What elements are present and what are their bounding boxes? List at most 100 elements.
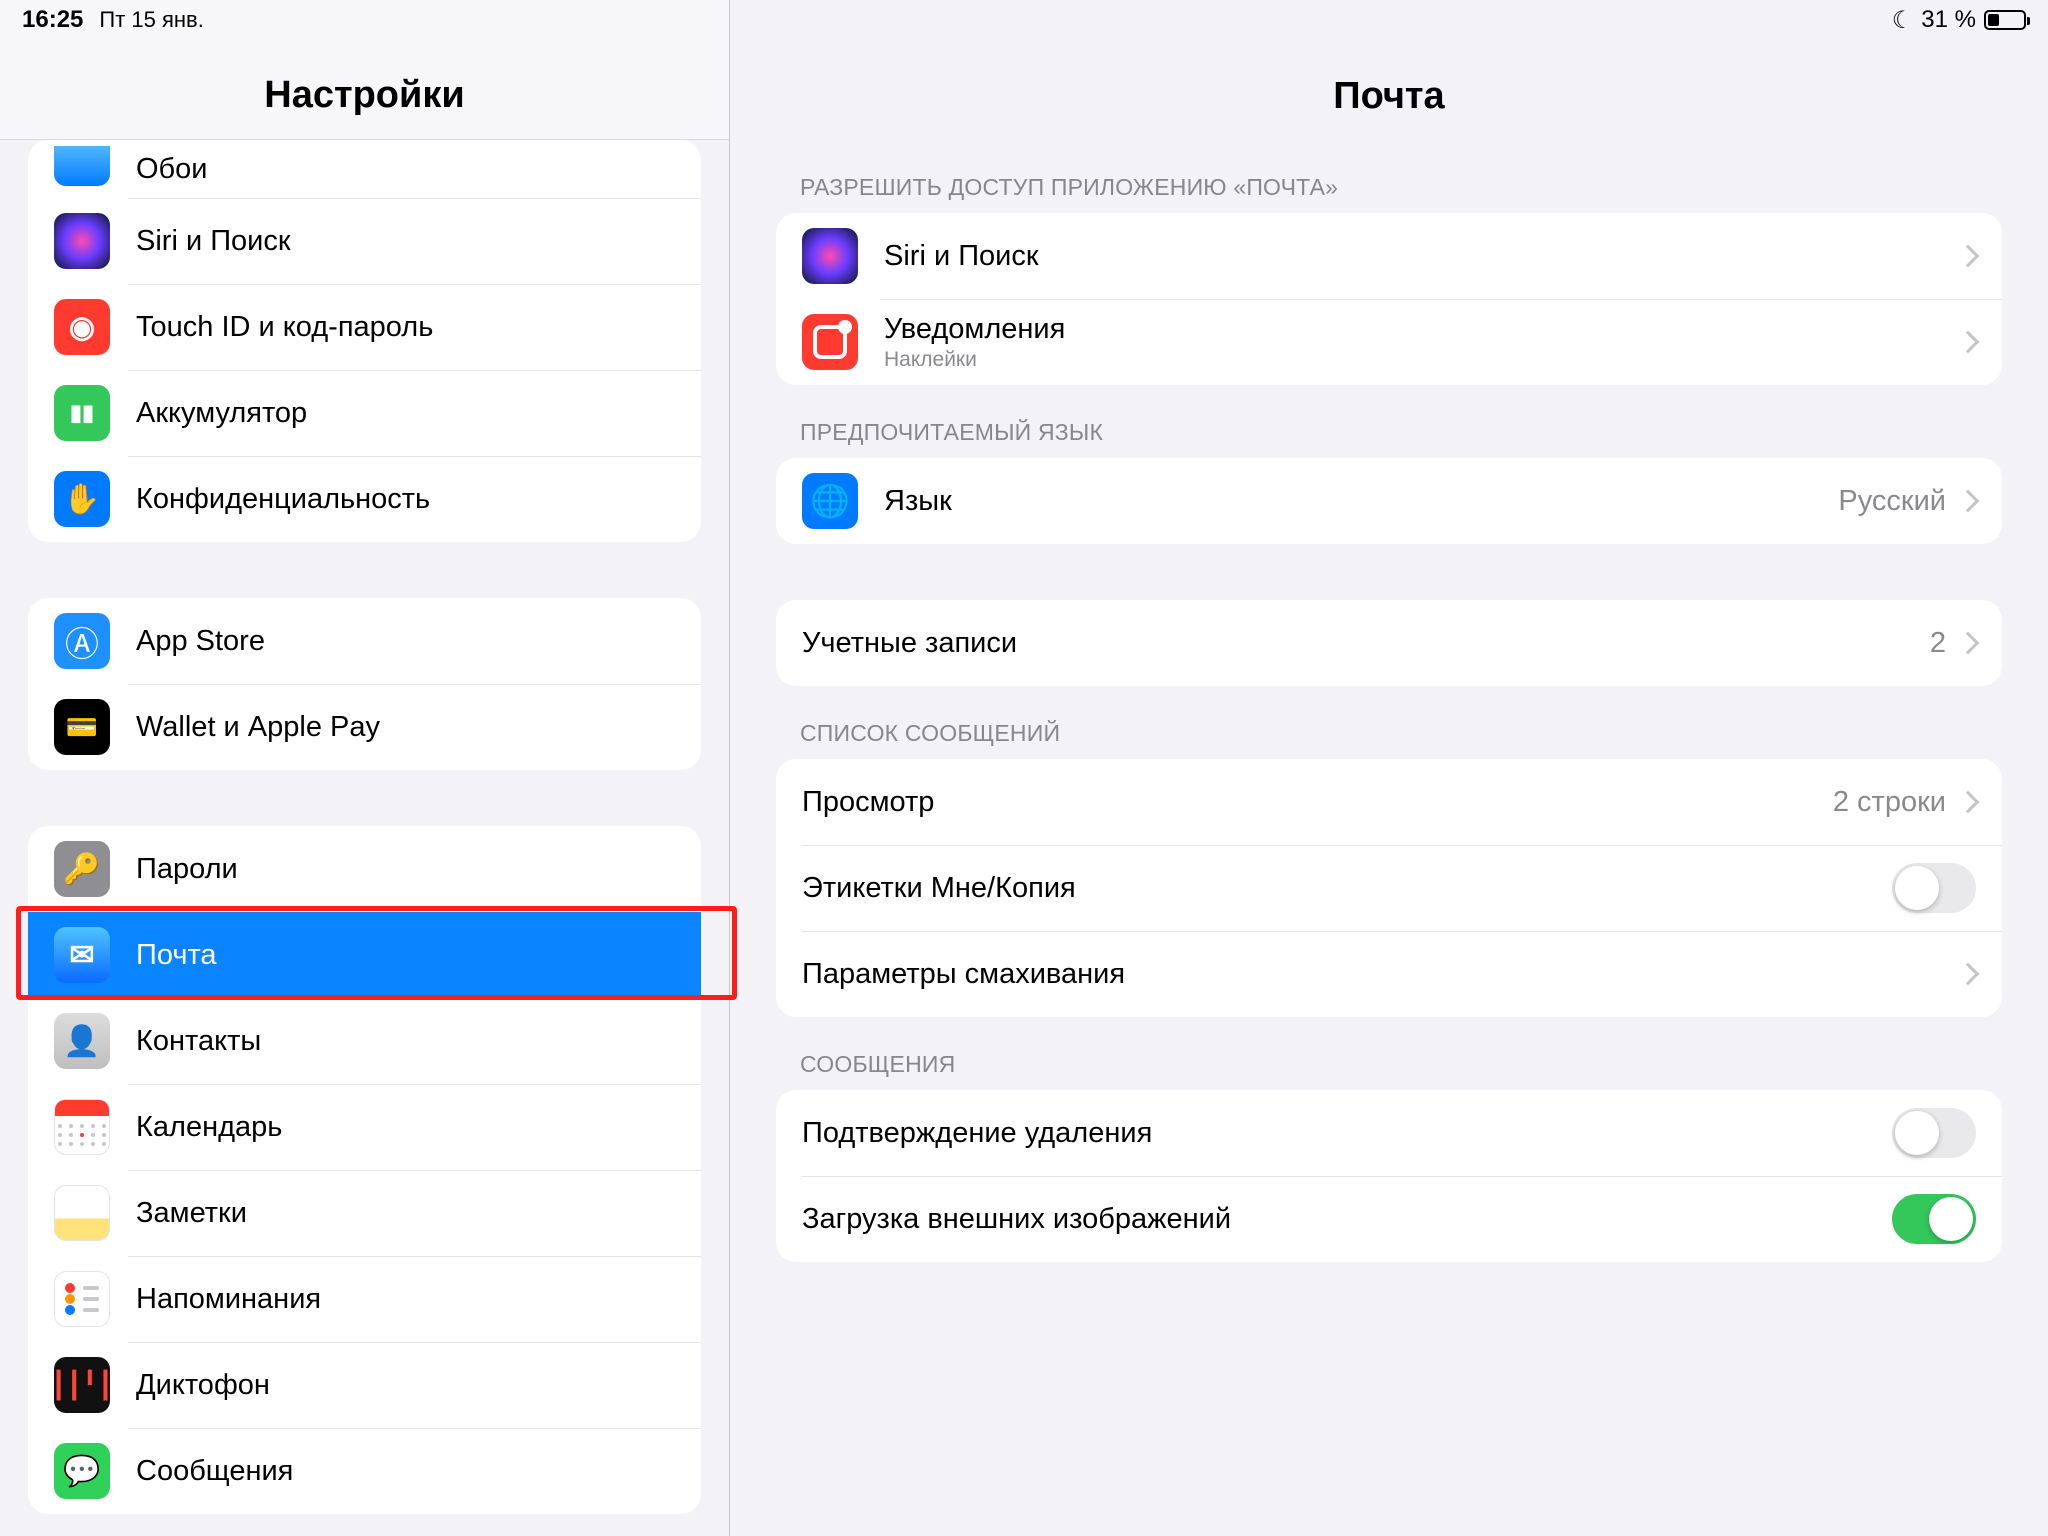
settings-row[interactable]: Учетные записи2 [776,600,2002,686]
settings-row: Подтверждение удаления [776,1090,2002,1176]
sidebar-item-appstore[interactable]: Ⓐ App Store [28,598,701,684]
key-icon: 🔑 [54,841,110,897]
sidebar-item-calendar[interactable]: Календарь [28,1084,701,1170]
sidebar-group: Обои Siri и Поиск ◉ Touch ID и код-пароль ▮▮… [28,140,701,542]
chevron-right-icon [1957,245,1980,268]
settings-row[interactable]: Просмотр2 строки [776,759,2002,845]
settings-row[interactable]: 🌐 ЯзыкРусский [776,458,2002,544]
sidebar-item-messages[interactable]: 💬 Сообщения [28,1428,701,1514]
settings-group: Подтверждение удаления Загрузка внешних и… [776,1090,2002,1262]
hand-icon: ✋ [54,471,110,527]
messages-icon: 💬 [54,1443,110,1499]
sidebar-item-passwords[interactable]: 🔑 Пароли [28,826,701,912]
toggle-switch[interactable] [1892,863,1976,913]
statusbar-battery-pct: 31 % [1921,6,1976,34]
sidebar-item-notes[interactable]: Заметки [28,1170,701,1256]
chevron-right-icon [1957,490,1980,513]
battery-icon [1984,10,2026,30]
chevron-right-icon [1957,632,1980,655]
row-value: 2 строки [1833,786,1946,819]
detail-pane: Почта РАЗРЕШИТЬ ДОСТУП ПРИЛОЖЕНИЮ «ПОЧТА… [730,0,2048,1536]
calendar-icon [54,1099,110,1155]
settings-row: Загрузка внешних изображений [776,1176,2002,1262]
settings-group: 🌐 ЯзыкРусский [776,458,2002,544]
row-value: 2 [1930,627,1946,660]
sidebar-item-battery[interactable]: ▮▮ Аккумулятор [28,370,701,456]
chevron-right-icon [1957,331,1980,354]
sidebar-item-label: Wallet и Apple Pay [136,711,675,744]
appstore-icon: Ⓐ [54,613,110,669]
notifications-icon [802,314,858,370]
settings-row[interactable]: Siri и Поиск [776,213,2002,299]
section-header: ПРЕДПОЧИТАЕМЫЙ ЯЗЫК [776,385,2002,458]
sidebar-item-reminders[interactable]: Напоминания [28,1256,701,1342]
settings-sidebar: Настройки Обои Siri и Поиск ◉ Touch ID и ко… [0,0,730,1536]
sidebar-item-contacts[interactable]: 👤 Контакты [28,998,701,1084]
row-label: Параметры смахивания [802,958,1960,991]
siri-icon [802,228,858,284]
row-label: Уведомления [884,313,1960,346]
detail-scroll[interactable]: РАЗРЕШИТЬ ДОСТУП ПРИЛОЖЕНИЮ «ПОЧТА»Siri … [730,140,2048,1536]
contacts-icon: 👤 [54,1013,110,1069]
sidebar-item-label: App Store [136,625,675,658]
sidebar-item-label: Напоминания [136,1283,675,1316]
sidebar-item-label: Конфиденциальность [136,483,675,516]
sidebar-item-siri[interactable]: Siri и Поиск [28,198,701,284]
notes-icon [54,1185,110,1241]
sidebar-item-label: Календарь [136,1111,675,1144]
settings-group: Просмотр2 строки Этикетки Мне/Копия Параме… [776,759,2002,1017]
settings-row: Этикетки Мне/Копия [776,845,2002,931]
row-value: Русский [1838,485,1946,518]
sidebar-item-label: Контакты [136,1025,675,1058]
row-label: Подтверждение удаления [802,1117,1892,1150]
battery-icon: ▮▮ [54,385,110,441]
sidebar-item-label: Аккумулятор [136,397,675,430]
sidebar-item-label: Siri и Поиск [136,225,675,258]
sidebar-item-label: Почта [136,939,675,972]
wallpaper-icon [54,146,110,186]
chevron-right-icon [1957,963,1980,986]
sidebar-item-label: Обои [136,153,675,186]
row-label: Siri и Поиск [884,240,1960,273]
sidebar-item-wallet[interactable]: 💳 Wallet и Apple Pay [28,684,701,770]
siri-icon [54,213,110,269]
sidebar-item-label: Пароли [136,853,675,886]
sidebar-item-mail[interactable]: ✉︎ Почта [28,912,701,998]
wallet-icon: 💳 [54,699,110,755]
sidebar-item-label: Сообщения [136,1455,675,1488]
statusbar-date: Пт 15 янв. [99,7,203,33]
sidebar-item-privacy[interactable]: ✋ Конфиденциальность [28,456,701,542]
row-label: Просмотр [802,786,1833,819]
row-label: Этикетки Мне/Копия [802,872,1892,905]
row-label: Язык [884,485,1838,518]
settings-row[interactable]: Параметры смахивания [776,931,2002,1017]
row-sublabel: Наклейки [884,348,1960,372]
section-header: СПИСОК СООБЩЕНИЙ [776,686,2002,759]
sidebar-item-touchid[interactable]: ◉ Touch ID и код-пароль [28,284,701,370]
toggle-switch[interactable] [1892,1194,1976,1244]
statusbar-time: 16:25 [22,6,83,34]
reminders-icon [54,1271,110,1327]
mail-icon: ✉︎ [54,927,110,983]
detail-title: Почта [1333,75,1444,118]
voice-memo-icon: ┃┃╹┃ [54,1357,110,1413]
sidebar-item-label: Touch ID и код-пароль [136,311,675,344]
sidebar-title: Настройки [264,74,464,117]
row-label: Загрузка внешних изображений [802,1203,1892,1236]
section-header: СООБЩЕНИЯ [776,1017,2002,1090]
sidebar-item-voicememo[interactable]: ┃┃╹┃ Диктофон [28,1342,701,1428]
sidebar-item-label: Диктофон [136,1369,675,1402]
sidebar-group: 🔑 Пароли ✉︎ Почта 👤 Контакты Календарь Заметки Н… [28,826,701,1514]
globe-icon: 🌐 [802,473,858,529]
toggle-switch[interactable] [1892,1108,1976,1158]
chevron-right-icon [1957,791,1980,814]
sidebar-item-label: Заметки [136,1197,675,1230]
settings-row[interactable]: УведомленияНаклейки [776,299,2002,385]
sidebar-group: Ⓐ App Store 💳 Wallet и Apple Pay [28,598,701,770]
sidebar-scroll[interactable]: Обои Siri и Поиск ◉ Touch ID и код-пароль ▮▮… [0,140,729,1536]
row-label: Учетные записи [802,627,1930,660]
status-bar: 16:25 Пт 15 янв. ☾ 31 % [0,0,2048,40]
fingerprint-icon: ◉ [54,299,110,355]
settings-group: Siri и Поиск УведомленияНаклейки [776,213,2002,385]
sidebar-item-wallpaper[interactable]: Обои [28,140,701,198]
